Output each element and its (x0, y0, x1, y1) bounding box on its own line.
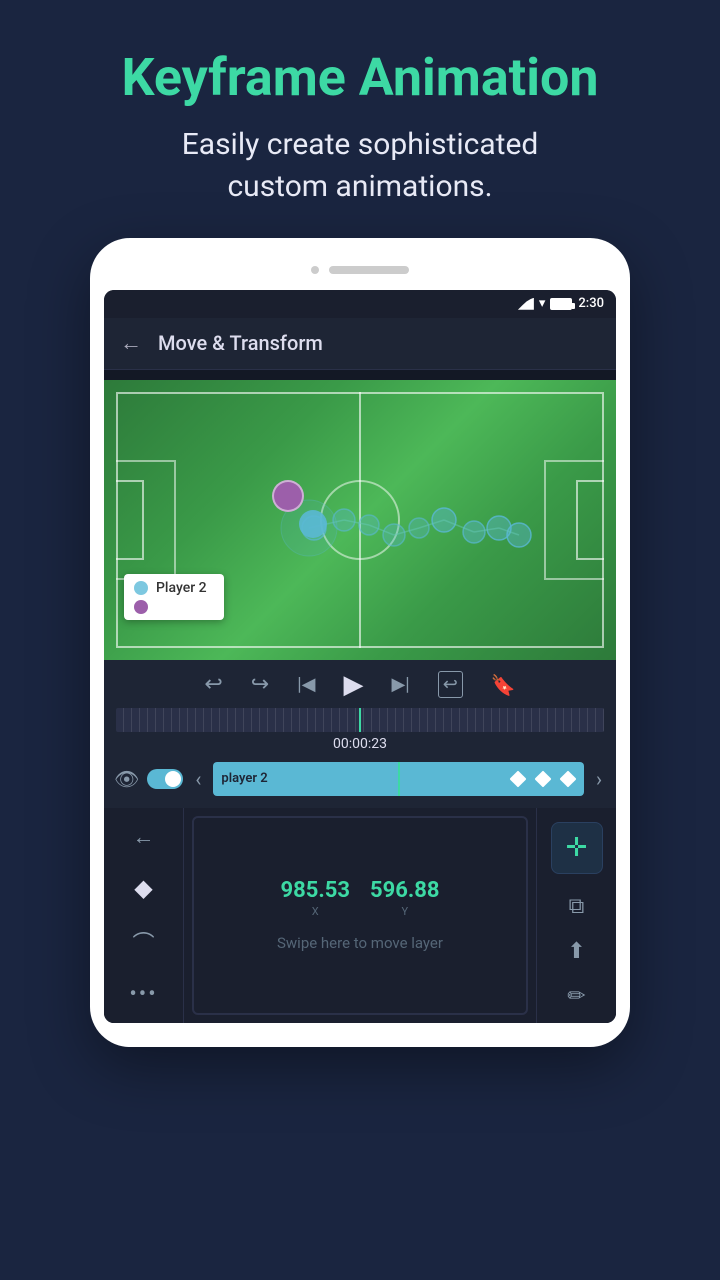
eye-icon[interactable]: 👁 (114, 767, 139, 791)
add-keyframe-button[interactable]: 🔖 (491, 673, 516, 697)
keyframe-marker-3 (559, 770, 576, 787)
loop-button[interactable]: ↩ (438, 671, 463, 698)
control-buttons: ↩ ↪ |◀ ▶ ▶| ↩ 🔖 (104, 670, 616, 700)
back-icon-button[interactable]: ← (133, 824, 155, 850)
track-next-button[interactable]: › (592, 767, 606, 791)
app-bar: ← Move & Transform (104, 318, 616, 370)
wifi-icon: ▾ (539, 296, 546, 311)
player-purple-dot (272, 480, 304, 512)
penalty-right (544, 460, 604, 580)
tooltip-dot-purple (134, 600, 148, 614)
undo-button[interactable]: ↩ (204, 672, 222, 697)
end-button[interactable]: ▶| (391, 674, 409, 695)
move-icon: ✛ (566, 833, 588, 863)
export-icon-button[interactable]: ⬆ (567, 939, 585, 964)
right-panel: ✛ ⧉ ⬆ ✏ (536, 808, 616, 1023)
diamond-icon-button[interactable]: ◆ (134, 874, 152, 902)
keyframe-marker-2 (534, 770, 551, 787)
y-label: Y (370, 905, 440, 918)
field-center-circle (320, 480, 400, 560)
penalty-left (116, 460, 176, 580)
player-tooltip: Player 2 (124, 574, 224, 620)
more-icon-button[interactable]: ••• (129, 982, 157, 1007)
phone-speaker (329, 266, 409, 274)
coord-row: 985.53 X 596.88 Y (281, 878, 440, 918)
player-blue-dot (299, 510, 327, 538)
x-label: X (281, 905, 351, 918)
field-bg: Player 2 (104, 380, 616, 660)
redo-button[interactable]: ↪ (251, 672, 269, 697)
start-button[interactable]: |◀ (297, 674, 315, 695)
track-bar[interactable]: player 2 (213, 762, 584, 796)
swipe-hint: Swipe here to move layer (277, 934, 443, 952)
toggle-button[interactable] (147, 769, 183, 789)
app-bar-title: Move & Transform (158, 331, 323, 355)
center-panel[interactable]: 985.53 X 596.88 Y Swipe here to move lay… (192, 816, 528, 1015)
status-icons: ▾ (518, 296, 573, 311)
page-title: Keyframe Animation (60, 48, 660, 108)
tooltip-dot-blue (134, 581, 148, 595)
back-button[interactable]: ← (120, 330, 142, 356)
page-subtitle: Easily create sophisticatedcustom animat… (60, 124, 660, 208)
track-row: 👁 ‹ player 2 › (104, 756, 616, 802)
timeline-controls: ↩ ↪ |◀ ▶ ▶| ↩ 🔖 00:00:23 👁 ‹ player 2 (104, 660, 616, 808)
curve-icon-button[interactable]: ⌒ (132, 926, 154, 958)
scrubber-area[interactable] (116, 708, 604, 732)
track-needle (398, 762, 400, 796)
video-area: Player 2 (104, 380, 616, 660)
bottom-controls: ← ◆ ⌒ ••• 985.53 X 596.88 Y Swipe he (104, 808, 616, 1023)
move-button[interactable]: ✛ (551, 822, 603, 874)
phone-mockup: ▾ 2:30 ← Move & Transform (90, 238, 630, 1047)
play-button[interactable]: ▶ (343, 670, 363, 700)
camera-dot (311, 266, 319, 274)
signal-icon (518, 298, 534, 310)
keyframe-marker-1 (509, 770, 526, 787)
x-coordinate: 985.53 (281, 878, 351, 903)
y-coordinate: 596.88 (370, 878, 440, 903)
page-header: Keyframe Animation Easily create sophist… (0, 0, 720, 238)
copy-icon-button[interactable]: ⧉ (569, 894, 585, 919)
screen: ▾ 2:30 ← Move & Transform (104, 290, 616, 1023)
status-time: 2:30 (578, 296, 604, 311)
battery-icon (550, 298, 572, 310)
left-panel: ← ◆ ⌒ ••• (104, 808, 184, 1023)
track-label: player 2 (221, 771, 267, 786)
status-bar: ▾ 2:30 (104, 290, 616, 318)
scrubber-head (359, 708, 361, 732)
time-display: 00:00:23 (104, 736, 616, 752)
dark-strip (104, 370, 616, 380)
track-prev-button[interactable]: ‹ (191, 767, 205, 791)
phone-camera-bar (104, 256, 616, 284)
tooltip-player-label: Player 2 (156, 580, 207, 596)
edit-icon-button[interactable]: ✏ (567, 984, 585, 1009)
